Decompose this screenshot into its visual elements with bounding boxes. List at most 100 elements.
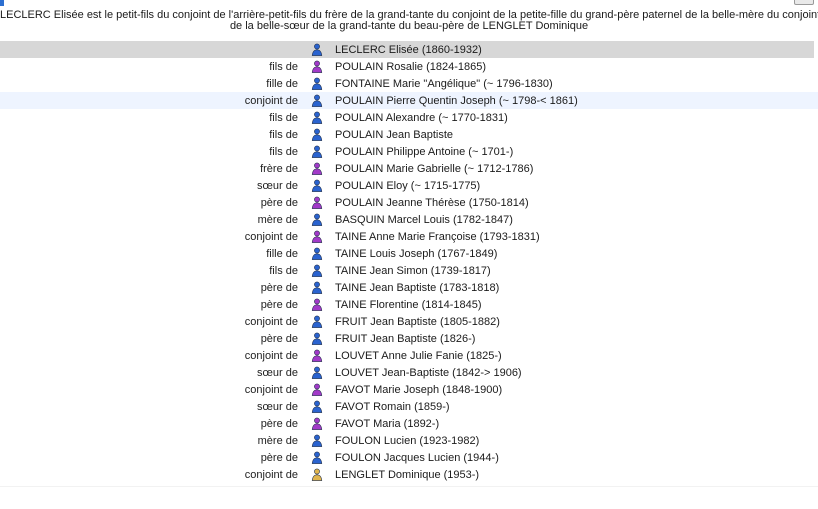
male-person-icon <box>311 94 323 107</box>
person-name: LOUVET Anne Julie Fanie (1825-) <box>335 349 502 362</box>
person-icon-container <box>307 247 327 261</box>
male-person-icon <box>311 213 323 226</box>
female-person-icon <box>311 60 323 73</box>
relationship-row[interactable]: fille de TAINE Louis Joseph (1767-1849) <box>0 245 818 262</box>
relationship-row[interactable]: fils de POULAIN Rosalie (1824-1865) <box>0 58 818 75</box>
window-control-button[interactable] <box>794 0 814 5</box>
relationship-row[interactable]: conjoint de TAINE Anne Marie Françoise (1… <box>0 228 818 245</box>
male-person-icon <box>311 247 323 260</box>
person-body-shape <box>311 371 323 379</box>
person-icon-container <box>307 383 327 397</box>
person-head-shape <box>314 366 320 372</box>
person-body-shape <box>311 150 323 158</box>
person-icon-container <box>307 128 327 142</box>
relationship-label: conjoint de <box>244 315 298 328</box>
person-body-shape <box>311 422 323 430</box>
person-head-shape <box>314 417 320 423</box>
person-body-shape <box>311 337 323 345</box>
person-head-shape <box>314 434 320 440</box>
relationship-row[interactable]: père de POULAIN Jeanne Thérèse (1750-1814… <box>0 194 818 211</box>
person-name: FOULON Lucien (1923-1982) <box>335 434 480 447</box>
person-icon-container <box>307 77 327 91</box>
relationship-label: sœur de <box>257 366 298 379</box>
relationship-row[interactable]: fils de POULAIN Philippe Antoine (~ 1701-… <box>0 143 818 160</box>
relationship-row[interactable]: fils de TAINE Jean Simon (1739-1817) <box>0 262 818 279</box>
relationship-label: fils de <box>269 145 298 158</box>
person-icon-container <box>307 196 327 210</box>
relationship-row[interactable]: fille de FONTAINE Marie "Angélique" (~ 17… <box>0 75 818 92</box>
person-body-shape <box>311 439 323 447</box>
person-head-shape <box>314 349 320 355</box>
person-body-shape <box>311 48 323 56</box>
relationship-row[interactable]: LECLERC Elisée (1860-1932) <box>0 41 814 58</box>
person-head-shape <box>314 400 320 406</box>
person-icon-container <box>307 111 327 125</box>
relationship-label: conjoint de <box>244 230 298 243</box>
relationship-row[interactable]: fils de POULAIN Jean Baptiste <box>0 126 818 143</box>
relationship-row[interactable]: conjoint de LOUVET Anne Julie Fanie (1825… <box>0 347 818 364</box>
relationship-row[interactable]: père de FOULON Jacques Lucien (1944-) <box>0 449 818 466</box>
window-edge-chip <box>0 0 4 6</box>
male-person-icon <box>311 179 323 192</box>
person-name: FAVOT Romain (1859-) <box>335 400 450 413</box>
relationship-row[interactable]: père de TAINE Florentine (1814-1845) <box>0 296 818 313</box>
relationship-label: conjoint de <box>244 468 298 481</box>
person-body-shape <box>311 456 323 464</box>
person-head-shape <box>314 111 320 117</box>
relationship-row[interactable]: père de TAINE Jean Baptiste (1783-1818) <box>0 279 818 296</box>
person-name: POULAIN Rosalie (1824-1865) <box>335 60 487 73</box>
person-icon-container <box>307 332 327 346</box>
person-icon-container <box>307 366 327 380</box>
person-body-shape <box>311 82 323 90</box>
person-head-shape <box>314 128 320 134</box>
relationship-row[interactable]: sœur de FAVOT Romain (1859-) <box>0 398 818 415</box>
relationship-label: père de <box>260 298 298 311</box>
male-person-icon <box>311 128 323 141</box>
person-head-shape <box>314 468 320 474</box>
relationship-row[interactable]: sœur de LOUVET Jean-Baptiste (1842-> 1906… <box>0 364 818 381</box>
person-name: POULAIN Philippe Antoine (~ 1701-) <box>335 145 514 158</box>
person-icon-container <box>307 179 327 193</box>
relationship-label: fils de <box>269 60 298 73</box>
person-body-shape <box>311 405 323 413</box>
person-icon-container <box>307 400 327 414</box>
person-name: POULAIN Pierre Quentin Joseph (~ 1798-< … <box>335 94 578 107</box>
relationship-row[interactable]: conjoint de LENGLET Dominique (1953-) <box>0 466 818 483</box>
person-name: POULAIN Jean Baptiste <box>335 128 454 141</box>
person-body-shape <box>311 473 323 481</box>
person-head-shape <box>314 281 320 287</box>
relationship-row[interactable]: sœur de POULAIN Eloy (~ 1715-1775) <box>0 177 818 194</box>
person-head-shape <box>314 383 320 389</box>
person-head-shape <box>314 332 320 338</box>
person-head-shape <box>314 145 320 151</box>
relationship-summary: LECLERC Elisée est le petit-fils du conj… <box>0 10 818 32</box>
person-icon-container <box>307 60 327 74</box>
person-name: FRUIT Jean Baptiste (1805-1882) <box>335 315 500 328</box>
person-name: TAINE Anne Marie Françoise (1793-1831) <box>335 230 540 243</box>
relationship-row[interactable]: conjoint de POULAIN Pierre Quentin Joseph… <box>0 92 818 109</box>
bottom-divider <box>0 486 818 487</box>
relationship-row[interactable]: père de FRUIT Jean Baptiste (1826-) <box>0 330 818 347</box>
relationship-row[interactable]: conjoint de FRUIT Jean Baptiste (1805-188… <box>0 313 818 330</box>
person-name: TAINE Louis Joseph (1767-1849) <box>335 247 498 260</box>
relationship-row[interactable]: frère de POULAIN Marie Gabrielle (~ 1712-… <box>0 160 818 177</box>
female-person-icon <box>311 298 323 311</box>
person-name: FONTAINE Marie "Angélique" (~ 1796-1830) <box>335 77 553 90</box>
relationship-row[interactable]: conjoint de FAVOT Marie Joseph (1848-1900… <box>0 381 818 398</box>
person-icon-container <box>307 298 327 312</box>
person-head-shape <box>314 94 320 100</box>
relationship-label: sœur de <box>257 400 298 413</box>
relationship-label: conjoint de <box>244 94 298 107</box>
person-icon-container <box>307 417 327 431</box>
male-person-icon <box>311 400 323 413</box>
relationship-row[interactable]: mère de FOULON Lucien (1923-1982) <box>0 432 818 449</box>
person-name: POULAIN Marie Gabrielle (~ 1712-1786) <box>335 162 534 175</box>
person-name: POULAIN Jeanne Thérèse (1750-1814) <box>335 196 529 209</box>
relationship-row[interactable]: mère de BASQUIN Marcel Louis (1782-1847) <box>0 211 818 228</box>
relationship-row[interactable]: fils de POULAIN Alexandre (~ 1770-1831) <box>0 109 818 126</box>
relationship-row[interactable]: père de FAVOT Maria (1892-) <box>0 415 818 432</box>
relationship-window: LECLERC Elisée est le petit-fils du conj… <box>0 0 818 509</box>
person-body-shape <box>311 252 323 260</box>
person-icon-container <box>307 145 327 159</box>
person-icon-container <box>307 213 327 227</box>
